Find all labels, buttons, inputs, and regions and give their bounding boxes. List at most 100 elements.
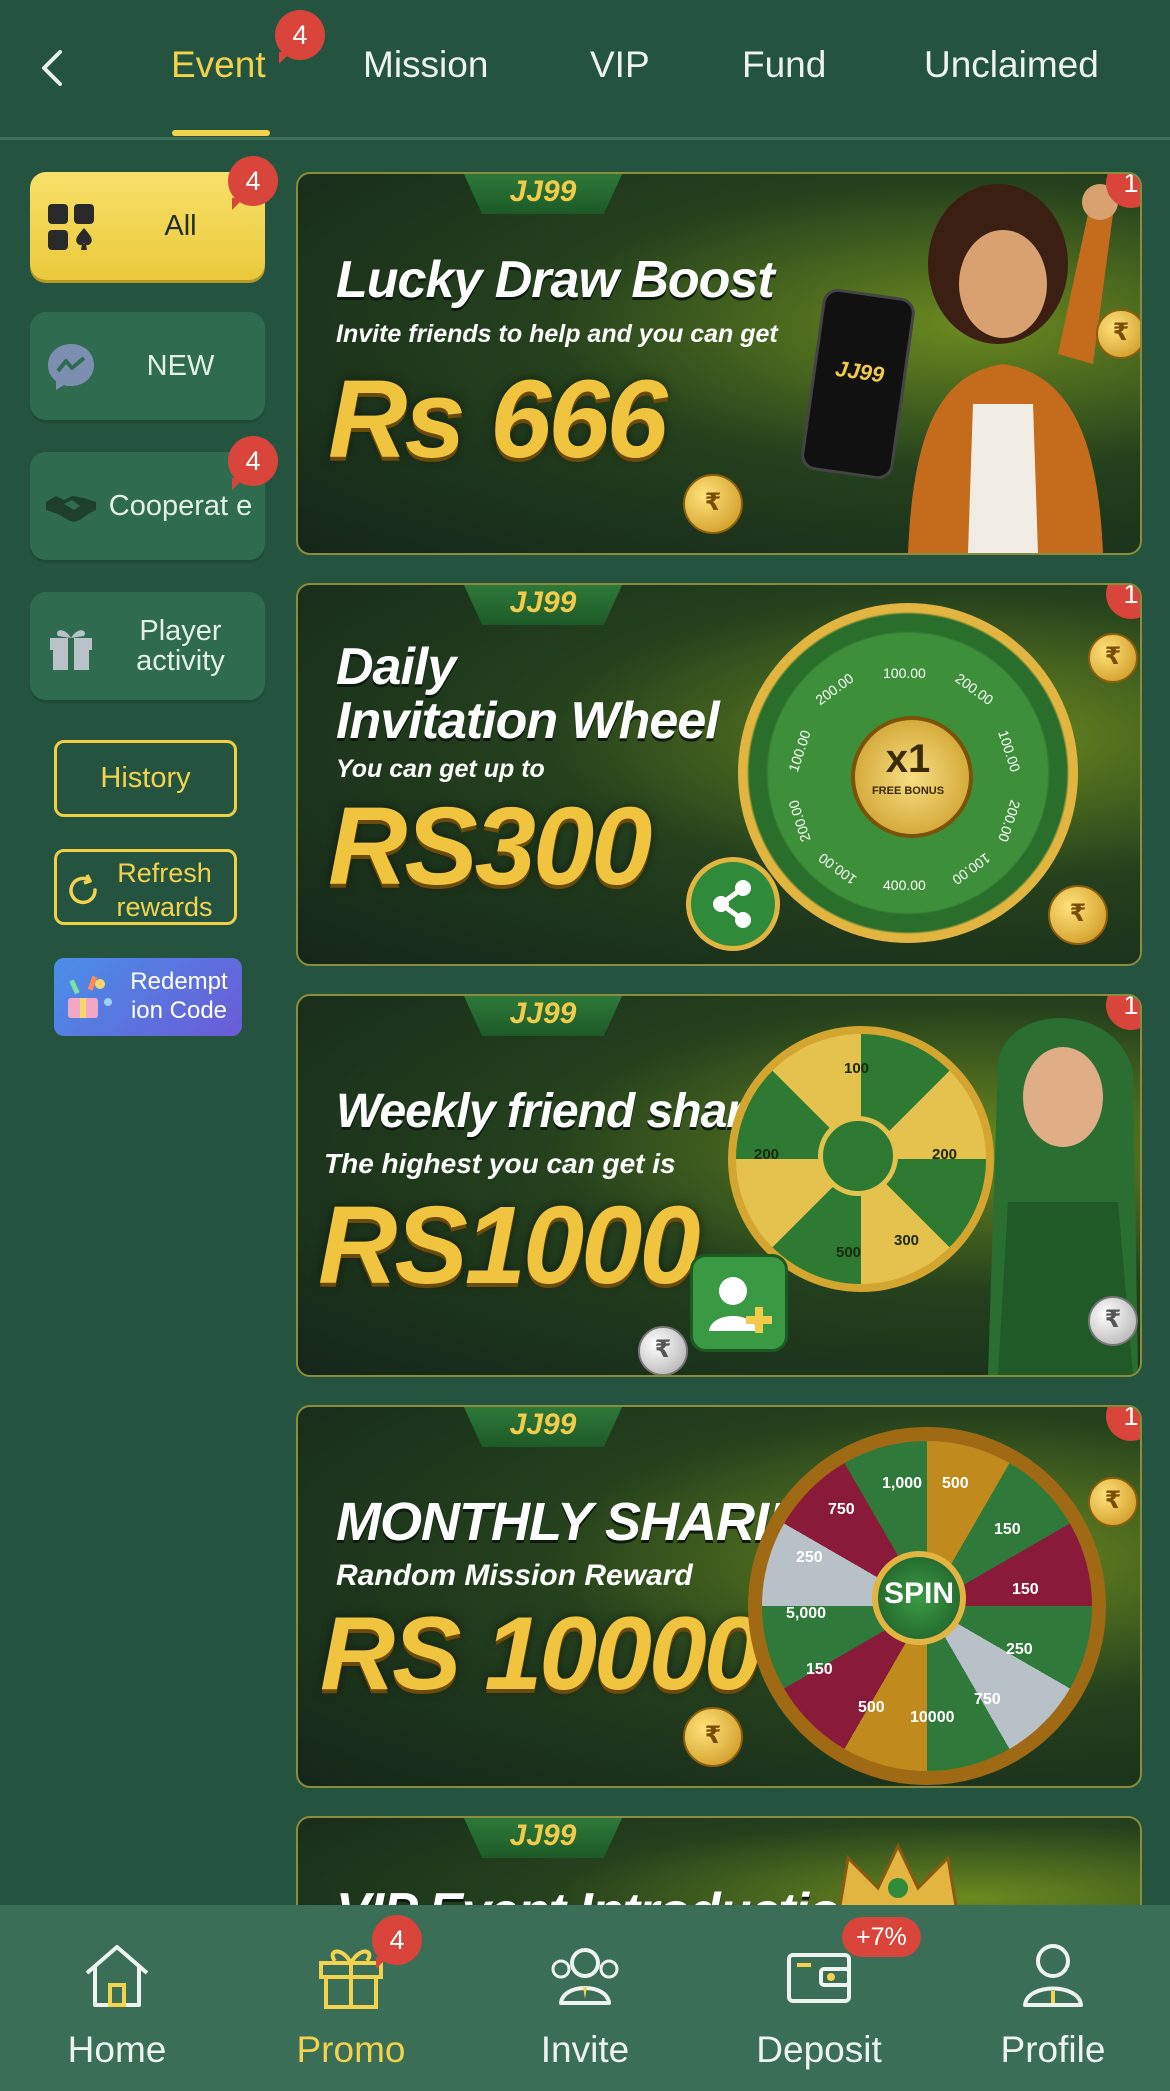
banner-subtitle: Random Mission Reward: [336, 1559, 693, 1592]
gift-icon: [50, 630, 92, 670]
tab-event-badge: 4: [277, 12, 323, 64]
wheel-value: 200.00: [785, 798, 814, 844]
wheel-value: 300: [894, 1232, 920, 1249]
nav-label: Deposit: [756, 2029, 882, 2070]
wheel-value: 250: [796, 1549, 823, 1566]
wheel-value: 100.00: [815, 849, 860, 889]
redemption-code-label: Redempt ion Code: [130, 968, 228, 1024]
banner-subtitle: The highest you can get is: [324, 1148, 676, 1179]
rupee-coin-icon: ₹: [1048, 885, 1108, 945]
wheel-center-label: SPIN: [883, 1577, 955, 1610]
silver-coin-icon: ₹: [638, 1326, 688, 1375]
nav-profile[interactable]: Profile: [936, 1905, 1170, 2091]
banner-monthly-sharing[interactable]: JJ99 MONTHLY SHARING Random Mission Rewa…: [296, 1405, 1142, 1788]
prize-wheel: 100 200 300 500 200: [728, 1026, 994, 1292]
sidebar-item-cooperate[interactable]: Cooperat e 4: [30, 438, 276, 560]
wheel-value: 250: [1006, 1641, 1033, 1658]
tab-fund[interactable]: Fund: [742, 44, 826, 86]
banner-amount: Rs 666: [328, 358, 668, 481]
wheel-value: 150: [994, 1521, 1021, 1538]
banner-lucky-draw-boost[interactable]: JJ99 Lucky Draw Boost Invite friends to …: [296, 172, 1142, 555]
wheel-value: 100.00: [785, 728, 814, 774]
banner-subtitle: You can get up to: [336, 755, 545, 783]
banner-subtitle: Invite friends to help and you can get: [336, 320, 778, 348]
wheel-value: 200: [754, 1146, 780, 1163]
top-tab-bar: Event 4 Mission VIP Fund Unclaimed: [0, 0, 1170, 140]
history-button[interactable]: History: [54, 740, 237, 817]
refresh-icon: [69, 874, 97, 905]
wheel-value: 200.00: [812, 669, 857, 709]
confetti-gift-icon: [68, 975, 112, 1018]
add-friend-icon: [690, 1254, 788, 1352]
banner-amount: RS300: [328, 785, 652, 908]
wheel-center-sublabel: FREE BONUS: [871, 785, 945, 797]
messenger-icon: [48, 344, 94, 390]
active-tab-indicator: [172, 130, 270, 136]
nav-invite[interactable]: Invite: [468, 1905, 702, 2091]
brand-tag: JJ99: [463, 585, 623, 625]
tab-vip[interactable]: VIP: [590, 44, 650, 86]
nav-deposit-badge: +7%: [842, 1917, 921, 1957]
wheel-value: 500: [858, 1699, 885, 1716]
wheel-value: 100.00: [949, 849, 994, 889]
nav-label: Home: [67, 2029, 167, 2070]
sidebar-all-badge: 4: [230, 158, 276, 210]
wheel-value: 750: [974, 1691, 1001, 1708]
brand-tag: JJ99: [463, 1818, 623, 1858]
nav-promo-badge: 4: [374, 1917, 420, 1969]
wheel-center-label: x1: [885, 737, 931, 781]
sidebar-item-player-activity[interactable]: Player activity: [30, 592, 265, 700]
sidebar-item-label: Player activity: [136, 615, 225, 677]
banner-badge: 1: [1108, 1407, 1140, 1439]
user-icon: [1023, 1944, 1083, 2007]
tab-event[interactable]: Event: [171, 44, 266, 86]
rupee-coin-icon: ₹: [1096, 309, 1140, 359]
home-icon: [85, 1945, 149, 2007]
nav-label: Profile: [1000, 2029, 1106, 2070]
nav-promo[interactable]: Promo 4: [234, 1905, 468, 2091]
banner-weekly-friend-sharing[interactable]: JJ99 Weekly friend sharing The highest y…: [296, 994, 1142, 1377]
handshake-icon: [46, 496, 96, 522]
nav-home[interactable]: Home: [0, 1905, 234, 2091]
wheel-value: 5,000: [786, 1605, 827, 1622]
wheel-value: 500: [836, 1244, 862, 1261]
sidebar-item-label: NEW: [146, 350, 215, 382]
banner-daily-invitation-wheel[interactable]: JJ99 Daily Invitation Wheel You can get …: [296, 583, 1142, 966]
wheel-value: 1,000: [882, 1475, 923, 1492]
nav-label: Invite: [540, 2029, 630, 2070]
banner-title: Lucky Draw Boost: [336, 251, 775, 309]
banner-badge: 1: [1108, 585, 1140, 617]
wheel-value: 100.00: [995, 728, 1024, 774]
nav-deposit[interactable]: Deposit +7%: [702, 1905, 936, 2091]
redemption-code-button[interactable]: Redempt ion Code: [54, 958, 242, 1036]
wheel-value: 150: [806, 1661, 833, 1678]
refresh-rewards-label: Refresh rewards: [116, 858, 213, 922]
brand-tag: JJ99: [463, 996, 623, 1036]
woman-with-phone-illustration: JJ99: [801, 184, 1118, 553]
rupee-coin-icon: ₹: [1088, 1477, 1138, 1527]
cards-icon: [48, 204, 94, 250]
rupee-coin-icon: ₹: [683, 474, 743, 534]
wheel-value: 200: [932, 1146, 958, 1163]
sidebar-item-all[interactable]: All 4: [30, 158, 276, 280]
wheel-value: 400.00: [883, 877, 926, 893]
rupee-coin-icon: ₹: [683, 1707, 743, 1767]
users-icon: [551, 1948, 619, 2005]
wheel-value: 10000: [910, 1709, 955, 1726]
prize-wheel: x1 FREE BONUS 100.00 200.00 100.00 200.0…: [738, 603, 1078, 943]
wheel-value: 750: [828, 1501, 855, 1518]
back-arrow-icon[interactable]: [32, 44, 72, 92]
banner-amount: RS1000: [318, 1184, 701, 1307]
nav-label: Promo: [296, 2029, 406, 2070]
sidebar-item-new[interactable]: NEW: [30, 312, 265, 420]
banner-title-line2: Invitation Wheel: [336, 692, 720, 750]
sidebar-cooperate-badge: 4: [230, 438, 276, 490]
prize-wheel: SPIN 500 150 150 250 750 10000 500 150 5…: [748, 1427, 1106, 1785]
tab-mission[interactable]: Mission: [363, 44, 488, 86]
tab-unclaimed[interactable]: Unclaimed: [924, 44, 1099, 86]
refresh-rewards-button[interactable]: Refresh rewards: [54, 849, 237, 925]
bottom-navigation: Home Promo 4 Invite Deposit +7% Profile: [0, 1905, 1170, 2091]
silver-coin-icon: ₹: [1088, 1296, 1138, 1346]
wheel-value: 200.00: [995, 798, 1024, 844]
brand-tag: JJ99: [463, 1407, 623, 1447]
